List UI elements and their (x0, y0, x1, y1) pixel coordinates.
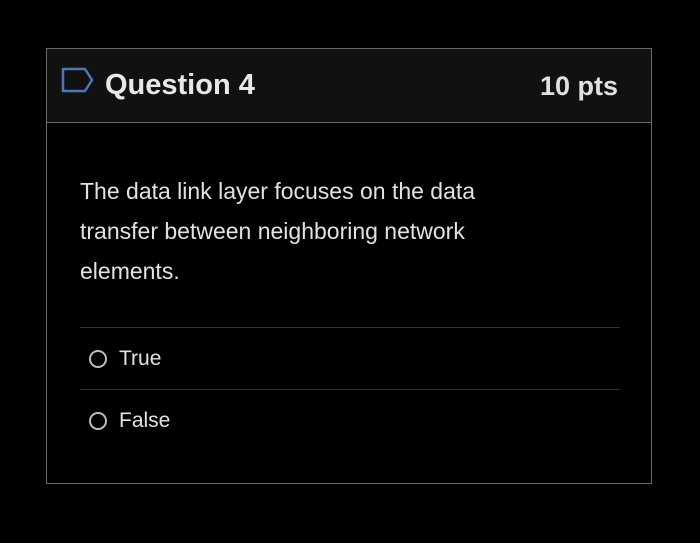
flag-icon[interactable] (61, 67, 95, 93)
question-title: Question 4 (105, 69, 255, 101)
answer-option-true[interactable]: True (80, 327, 620, 389)
answer-option-false[interactable]: False (80, 389, 620, 451)
question-card: Question 4 10 pts The data link layer fo… (46, 48, 652, 484)
answer-list: True False (80, 327, 620, 451)
radio-button-false[interactable] (89, 411, 107, 430)
question-points: 10 pts (539, 71, 618, 101)
answer-label-false: False (119, 408, 171, 432)
radio-button-true[interactable] (89, 349, 107, 368)
question-text: The data link layer focuses on the data … (80, 178, 476, 284)
question-header: Question 4 10 pts (47, 49, 651, 123)
answer-label-true: True (119, 346, 162, 370)
